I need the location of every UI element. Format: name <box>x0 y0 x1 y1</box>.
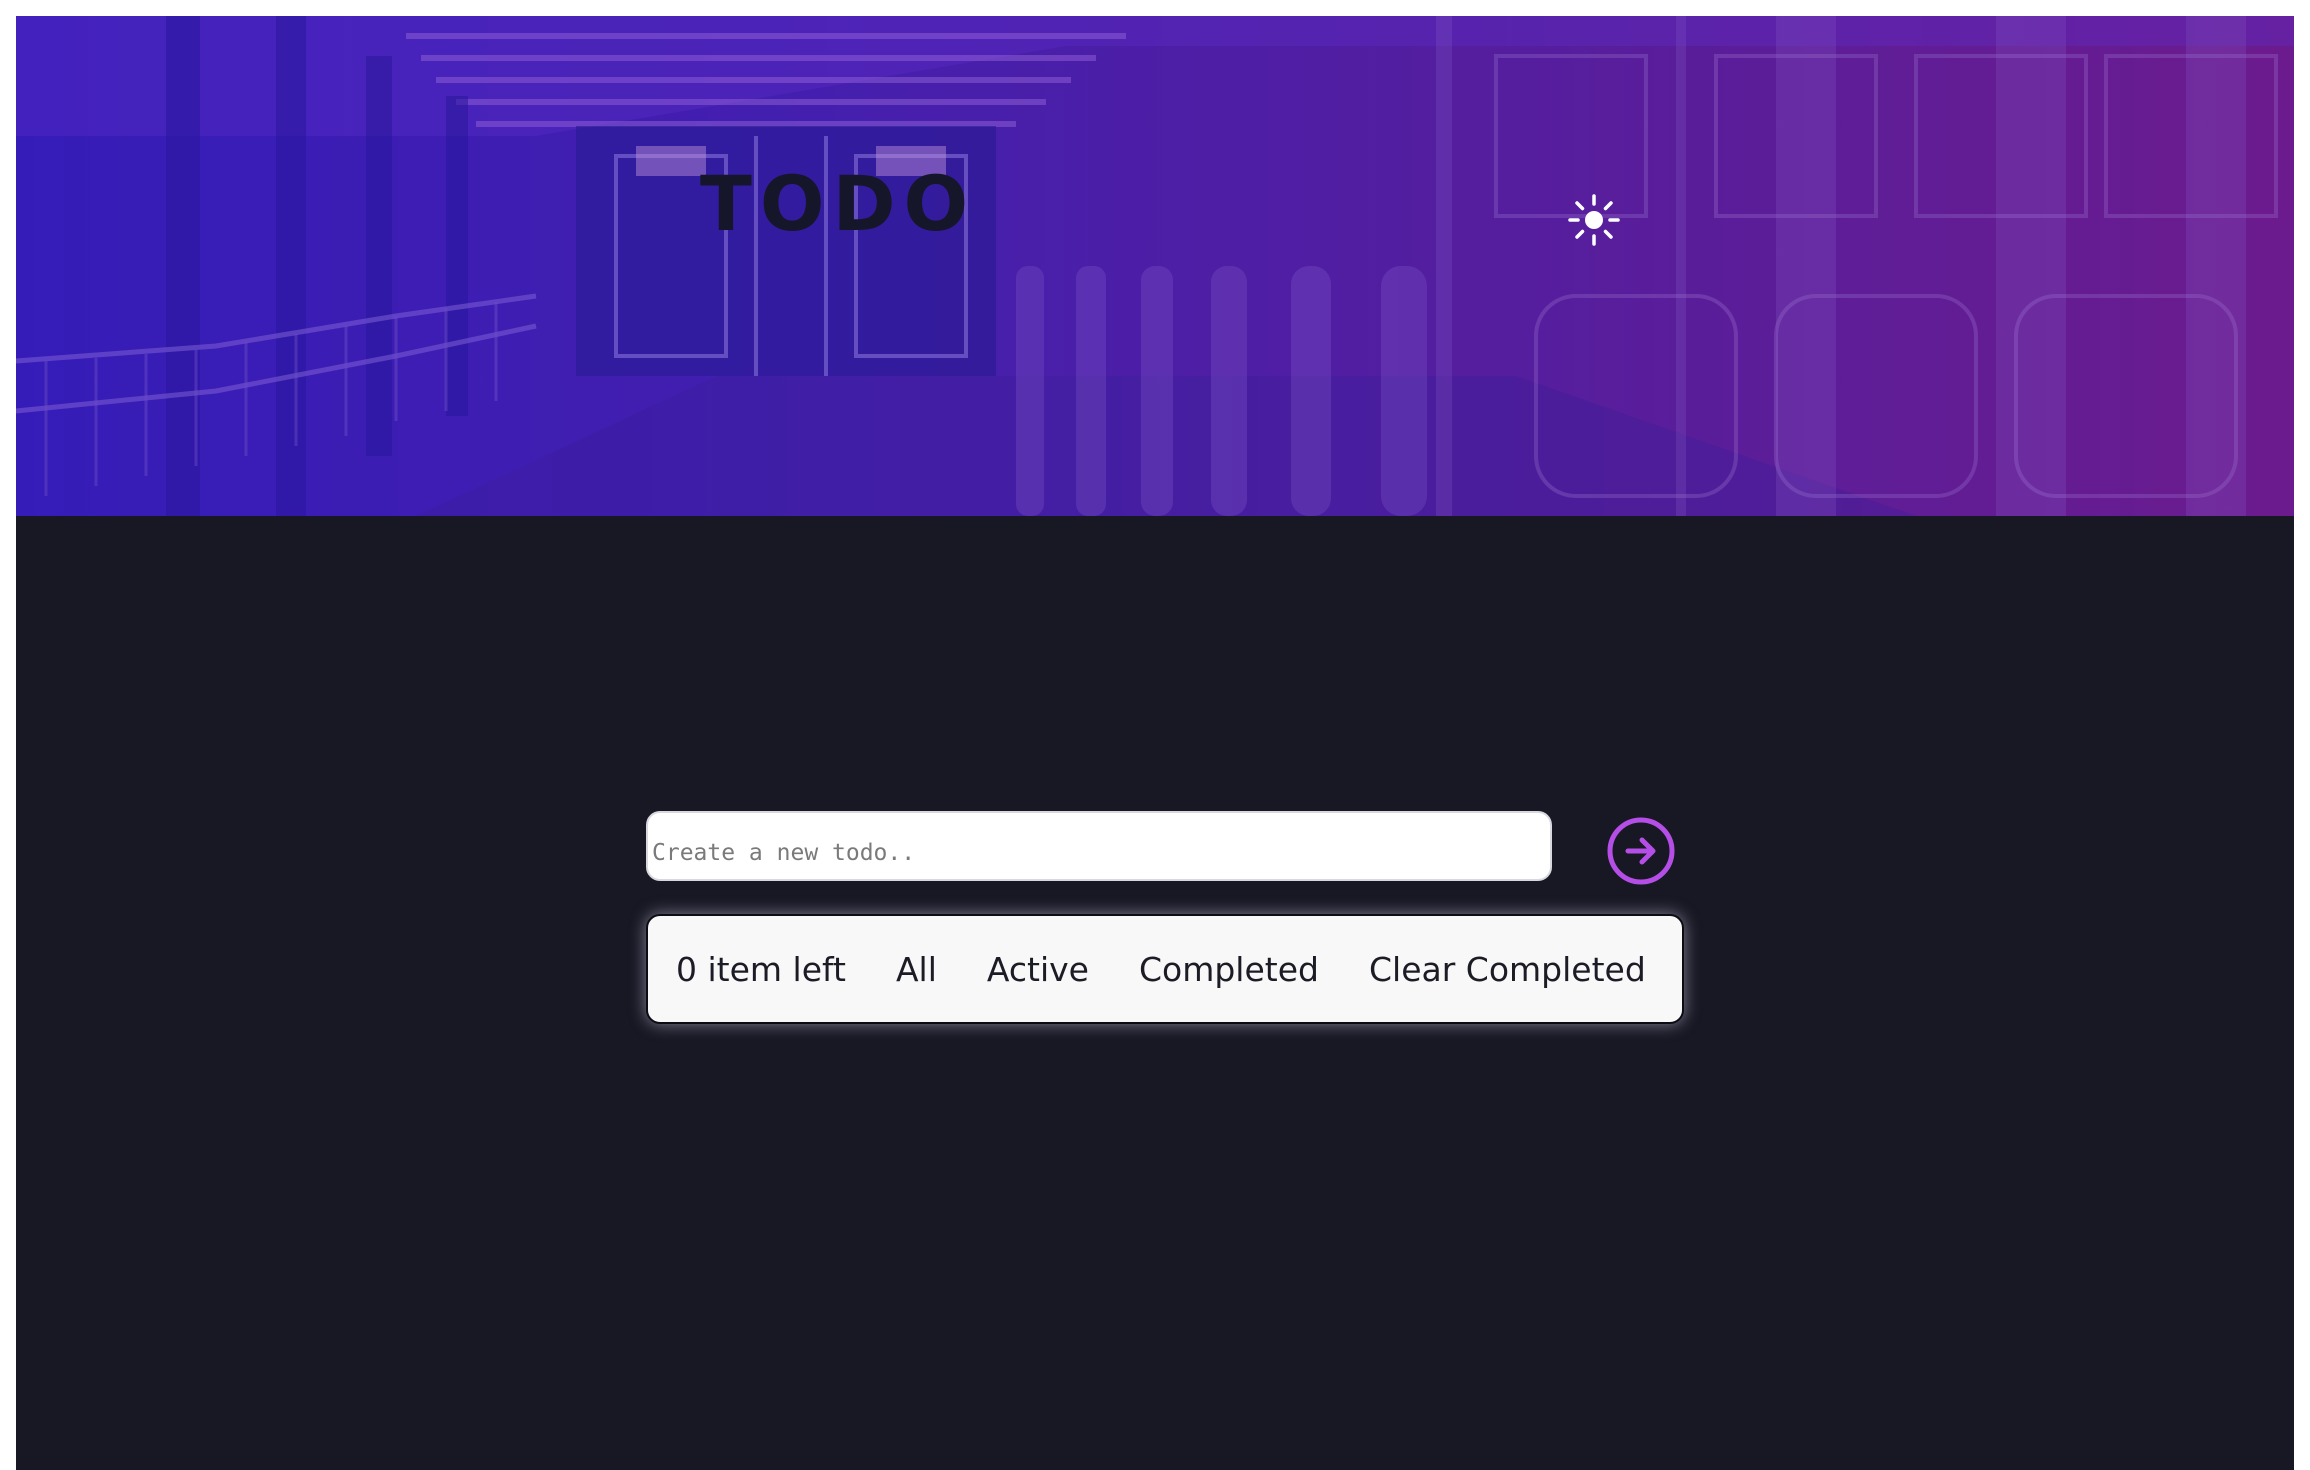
filter-active-button[interactable]: Active <box>987 950 1089 989</box>
sun-icon <box>1568 194 1620 246</box>
app-title: TODO <box>700 159 977 248</box>
app-viewport: TODO 0 <box>16 16 2294 1470</box>
filter-completed-button[interactable]: Completed <box>1139 950 1319 989</box>
todo-footer-bar: 0 item left All Active Completed Clear C… <box>646 914 1684 1024</box>
new-todo-input[interactable] <box>646 811 1552 881</box>
arrow-right-circle-icon <box>1607 817 1675 885</box>
theme-toggle-button[interactable] <box>1562 188 1626 252</box>
add-todo-button[interactable] <box>1606 816 1676 886</box>
items-left-count: 0 item left <box>676 949 846 989</box>
hero-background-image <box>16 16 2294 516</box>
clear-completed-button[interactable]: Clear Completed <box>1369 950 1646 989</box>
hero-banner: TODO <box>16 16 2294 516</box>
filter-all-button[interactable]: All <box>896 950 937 989</box>
